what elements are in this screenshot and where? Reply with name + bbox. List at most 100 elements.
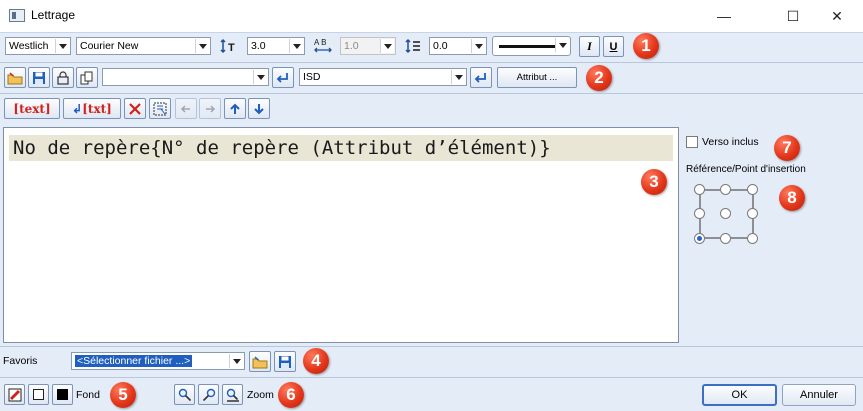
minimize-button[interactable]: — <box>701 0 747 32</box>
insert-text-label: [text] <box>13 101 51 116</box>
height-select-value: 3.0 <box>251 40 266 52</box>
insertion-point-radio[interactable] <box>720 233 731 244</box>
open-button[interactable] <box>4 67 26 88</box>
isd-select[interactable]: ISD <box>299 68 467 86</box>
line-style-preview <box>499 44 555 48</box>
style-select[interactable]: Westlich <box>5 37 71 55</box>
background-black-button[interactable] <box>52 384 73 405</box>
text-height-icon: T <box>220 37 238 55</box>
zoom-fit-button[interactable] <box>222 384 243 405</box>
callout-4: 4 <box>303 348 329 374</box>
insertion-point-radio[interactable] <box>694 184 705 195</box>
move-up-button[interactable] <box>224 98 246 119</box>
zoom-out-button[interactable] <box>198 384 219 405</box>
insertion-point-radio[interactable] <box>720 184 731 195</box>
line-spacing-select-value: 0.0 <box>433 40 448 52</box>
line-spacing-icon <box>404 37 422 55</box>
line-spacing-select[interactable]: 0.0 <box>429 37 487 55</box>
fond-label: Fond <box>76 389 100 401</box>
text-editor[interactable]: No de repère{N° de repère (Attribut d’él… <box>3 127 679 343</box>
text-template-select[interactable] <box>102 68 269 86</box>
underline-button[interactable]: U <box>603 36 624 57</box>
insert-text-before-label: [txt] <box>82 101 112 116</box>
black-swatch-icon <box>57 389 68 400</box>
style-select-value: Westlich <box>9 40 49 52</box>
enter-arrow-icon <box>474 72 486 83</box>
font-select[interactable]: Courier New <box>76 37 211 55</box>
insertion-point-radio[interactable] <box>694 208 705 219</box>
select-icon <box>153 102 167 115</box>
favorites-select-value: <Sélectionner fichier ...> <box>75 355 193 367</box>
reference-label: Référence/Point d'insertion <box>686 164 806 175</box>
zoom-out-icon <box>202 388 215 401</box>
open-folder-icon <box>7 71 23 84</box>
ok-button[interactable]: OK <box>702 384 777 406</box>
delete-button[interactable] <box>124 98 146 119</box>
insertion-point-radio[interactable] <box>747 208 758 219</box>
close-button[interactable]: ✕ <box>814 0 860 32</box>
separator <box>0 62 863 63</box>
chevron-down-icon <box>451 70 465 84</box>
chevron-down-icon <box>195 39 209 53</box>
favorites-save-button[interactable] <box>274 351 296 372</box>
callout-8: 8 <box>779 185 805 211</box>
undo-button[interactable] <box>175 98 197 119</box>
copy-button[interactable] <box>76 67 98 88</box>
lock-button[interactable] <box>52 67 74 88</box>
save-button[interactable] <box>28 67 50 88</box>
maximize-button[interactable]: ☐ <box>770 0 816 32</box>
chevron-down-icon <box>253 70 267 84</box>
arrow-up-icon <box>230 103 240 114</box>
isd-select-value: ISD <box>303 71 321 83</box>
editor-line[interactable]: No de repère{N° de repère (Attribut d’él… <box>9 135 673 161</box>
apply-template-button[interactable] <box>272 67 294 88</box>
chevron-down-icon <box>229 354 243 368</box>
arrow-right-icon <box>206 104 216 113</box>
callout-6: 6 <box>278 382 304 408</box>
save-icon <box>279 355 291 368</box>
insert-text-button[interactable]: [text] <box>4 98 60 119</box>
separator <box>0 346 863 347</box>
callout-1: 1 <box>633 33 659 59</box>
verso-checkbox[interactable] <box>686 136 698 148</box>
copy-icon <box>80 71 93 84</box>
background-white-button[interactable] <box>28 384 49 405</box>
font-select-value: Courier New <box>80 40 139 52</box>
arrow-down-icon <box>254 103 264 114</box>
spacing-select[interactable]: 1.0 <box>340 37 396 55</box>
redo-button[interactable] <box>199 98 221 119</box>
verso-label: Verso inclus <box>702 136 759 148</box>
chevron-down-icon <box>555 38 569 52</box>
open-folder-icon <box>252 355 268 368</box>
insertion-point-radio[interactable] <box>720 208 731 219</box>
line-style-select[interactable] <box>492 36 571 56</box>
insert-arrow-icon: ↲ <box>72 101 83 116</box>
background-color-button[interactable] <box>4 384 25 405</box>
lock-icon <box>57 70 69 85</box>
callout-5: 5 <box>110 382 136 408</box>
spacing-select-value: 1.0 <box>344 40 359 52</box>
favorites-label: Favoris <box>3 355 38 367</box>
attribute-button[interactable]: Attribut ... <box>497 67 577 88</box>
select-all-button[interactable] <box>149 98 171 119</box>
arrow-left-icon <box>180 104 190 113</box>
move-down-button[interactable] <box>248 98 270 119</box>
svg-text:A B: A B <box>314 38 326 47</box>
zoom-fit-icon <box>226 388 239 402</box>
callout-3: 3 <box>641 169 667 195</box>
insertion-point-radio[interactable] <box>747 233 758 244</box>
italic-button[interactable]: I <box>579 36 600 57</box>
favorites-open-button[interactable] <box>249 351 271 372</box>
separator <box>0 93 863 94</box>
italic-label: I <box>587 39 592 53</box>
height-select[interactable]: 3.0 <box>247 37 305 55</box>
insert-text-before-button[interactable]: ↲ [txt] <box>63 98 121 119</box>
insertion-point-radio[interactable] <box>747 184 758 195</box>
insertion-point-radio-selected[interactable] <box>694 233 705 244</box>
zoom-in-button[interactable] <box>174 384 195 405</box>
favorites-select[interactable]: <Sélectionner fichier ...> <box>71 352 245 370</box>
enter-arrow-icon <box>276 72 288 83</box>
chevron-down-icon <box>380 39 394 53</box>
cancel-button[interactable]: Annuler <box>782 384 856 406</box>
apply-isd-button[interactable] <box>470 67 492 88</box>
